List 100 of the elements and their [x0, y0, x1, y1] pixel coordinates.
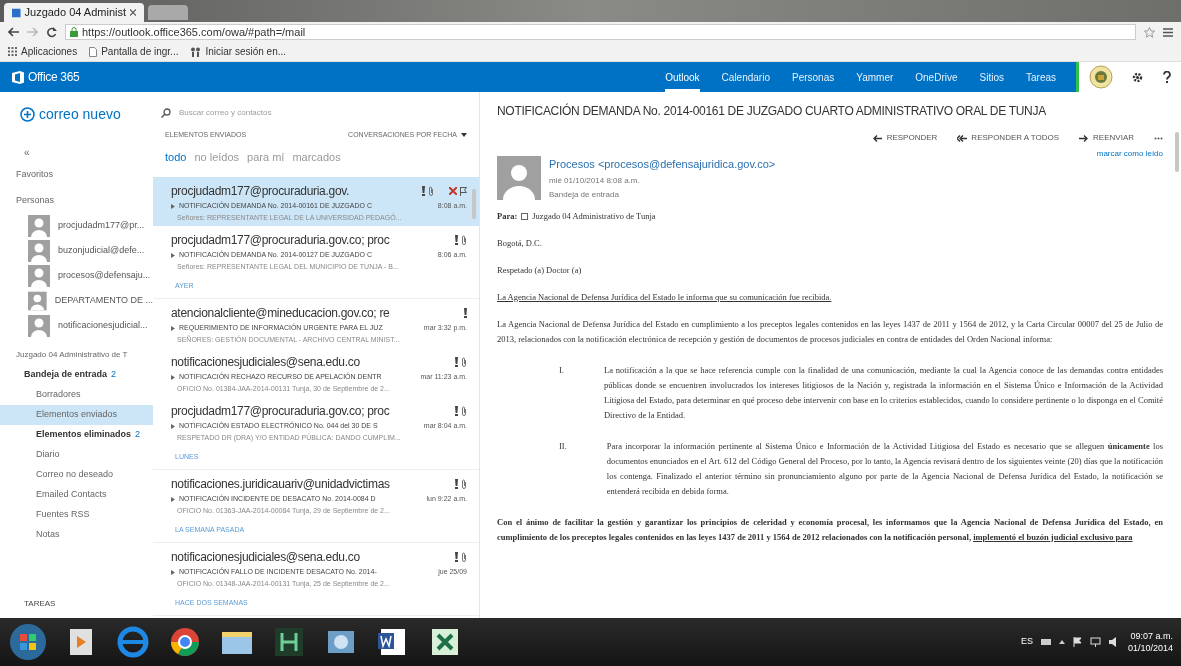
- nav-link[interactable]: Calendario: [721, 62, 770, 92]
- expand-arrow-icon: [171, 423, 175, 429]
- mailbox-header[interactable]: Juzgado 04 Administrativo de T: [0, 349, 153, 361]
- nav-link[interactable]: OneDrive: [915, 62, 958, 92]
- sender-name: notificacionesjudiciales@sena.edu.co: [171, 549, 360, 566]
- menu-icon[interactable]: [1163, 27, 1173, 37]
- back-icon[interactable]: [8, 27, 19, 37]
- action-button[interactable]: RESPONDER A TODOS: [957, 132, 1060, 144]
- sender-name: procjudadm177@procuraduria.gov.co; proc: [171, 232, 390, 249]
- contact-link[interactable]: buzonjudicial@defe...: [58, 244, 145, 258]
- people-header[interactable]: Personas: [0, 193, 153, 207]
- sender-name: procjudadm177@procuraduria.gov.co; proc: [171, 403, 390, 420]
- keyboard-icon[interactable]: [1040, 639, 1051, 645]
- sender-link[interactable]: Procesos <procesos@defensajuridica.gov.co>: [549, 156, 776, 173]
- paperclip-icon: [428, 186, 434, 196]
- recipient-name: Juzgado 04 Administrativo de Tunja: [532, 209, 656, 223]
- address-field[interactable]: https://outlook.office365.com/owa/#path=/mail: [65, 24, 1136, 40]
- paperclip-icon: [461, 479, 467, 489]
- caret-icon: [461, 133, 467, 138]
- checkbox-icon: [521, 212, 529, 220]
- nav-link[interactable]: Personas: [792, 62, 835, 92]
- emblem-icon[interactable]: [1088, 65, 1113, 89]
- nav-link[interactable]: Sitios: [979, 62, 1004, 92]
- scrollbar-thumb[interactable]: [472, 189, 476, 219]
- nav-link[interactable]: Yammer: [856, 62, 894, 92]
- message-folder: Bandeja de entrada: [549, 188, 620, 201]
- expand-arrow-icon: [171, 203, 175, 209]
- folder-item[interactable]: Diario: [0, 445, 153, 465]
- plus-circle-icon: [20, 107, 35, 122]
- contact-link[interactable]: procesos@defensaju...: [58, 269, 151, 283]
- contact-link[interactable]: DEPARTAMENTO DE ...: [54, 294, 153, 308]
- action-button[interactable]: REENVIAR: [1079, 132, 1134, 144]
- language-indicator[interactable]: ES: [1020, 635, 1033, 649]
- folder-item[interactable]: Bandeja de entrada 2: [0, 365, 153, 385]
- recipient-label: Para:: [497, 209, 518, 223]
- contact-link[interactable]: notificacionesjudicial...: [58, 319, 148, 333]
- avatar-icon: [28, 240, 50, 262]
- avatar-icon: [28, 315, 50, 337]
- settings-icon[interactable]: [1132, 71, 1144, 83]
- body-text: Respetado (a) Doctor (a): [497, 263, 583, 277]
- message-date: mié 01/10/2014 8:08 a.m.: [549, 174, 641, 187]
- folder-item[interactable]: Borradores: [0, 385, 153, 405]
- help-icon[interactable]: [1163, 71, 1172, 83]
- folder-item[interactable]: Elementos eliminados 2: [0, 425, 153, 445]
- paperclip-icon: [461, 552, 467, 562]
- office-logo-icon: [12, 70, 24, 84]
- expand-arrow-icon: [171, 569, 175, 575]
- new-mail-button[interactable]: correo nuevo: [0, 104, 153, 125]
- scrollbar-thumb[interactable]: [1175, 132, 1179, 172]
- brand-name: Office 365: [28, 69, 80, 86]
- page-icon: [89, 46, 98, 57]
- mark-read-link[interactable]: marcar como leído: [1096, 148, 1163, 160]
- avatar-icon: [28, 290, 47, 312]
- people-icon: [190, 46, 202, 57]
- tasks-header[interactable]: TAREAS: [0, 598, 153, 610]
- start-button-icon[interactable]: [8, 622, 48, 662]
- exclamation-icon: [455, 235, 458, 245]
- folder-item[interactable]: Elementos enviados: [0, 405, 153, 425]
- body-link[interactable]: implementó el buzón judicial exclusivo para: [973, 531, 1133, 542]
- flag-icon[interactable]: [460, 186, 467, 196]
- favorites-header[interactable]: Favoritos: [0, 168, 153, 182]
- collapse-button[interactable]: «: [0, 145, 153, 160]
- search-icon: [161, 108, 171, 118]
- unread-count: 2: [135, 428, 141, 442]
- folder-item[interactable]: Emailed Contacts: [0, 485, 153, 505]
- avatar-icon: [28, 265, 50, 287]
- contact-link[interactable]: procjudadm177@pr...: [58, 219, 145, 233]
- bookmark-link[interactable]: Aplicaciones: [8, 44, 78, 59]
- expand-arrow-icon: [171, 374, 175, 380]
- bookmark-link[interactable]: Iniciar sesión en...: [190, 44, 287, 59]
- star-icon[interactable]: [1144, 26, 1155, 38]
- body-text: La Agencia Nacional de Defensa Jurídica del Estado le informa que su comunicación fue recibida.: [497, 290, 833, 304]
- body-paragraph: Con el ánimo de facilitar la gestión y garantizar los principios de celeridad y economía procesal, les informamos que la Agencia Nacional de Defensa Jurídica del Estado, en cumplimiento de los preceptos legales contenidos en las leyes 1437 de 2011 y 1564 de 2012 relacionados con la notificación personal, implementó el buzón judicial exclusivo para: [497, 515, 1163, 544]
- lock-icon: [70, 27, 78, 37]
- nav-link[interactable]: Outlook: [665, 62, 700, 92]
- bookmark-link[interactable]: Pantalla de ingr...: [89, 44, 179, 59]
- reply-all-icon: [957, 134, 968, 142]
- delete-icon[interactable]: [449, 187, 457, 195]
- body-paragraph: Para incorporar la información pertinente al Sistema Único e Información de la Actividad Litigiosa del Estado es necesario que se alleguen únicamente los documentos enunciados en el Art. 612 del Código General del Proceso, por lo tanto, la Agencia revisará dentro de los siguientes veinte (20) días que la notificación los contenga. Finalizado el anterior término sin pronunciamiento alguno por parte de la Agencia Nacional de Defensa Jurídica del Estado, la notificación se entenderá recibida en debida forma.: [606, 439, 1163, 498]
- body-paragraph: La notificación a la que se hace referencia cumple con la finalidad de una comunicación, mediante la cual la Agencia conoce de las demandas contra entidades públicas donde se encuentren involucrados los intereses litigiosos de la Nación y, registrada la información en el Sistema Único e Información de la Actividad Litigiosa del Estado, para determinar en qué proceso debe intervenir con base en lo criterios establecidos, cuando lo considere pertinente o lo disponga en el Comité Directivo de la Entidad.: [603, 363, 1163, 422]
- folder-item[interactable]: Correo no deseado: [0, 465, 153, 485]
- filter-tab[interactable]: todo: [165, 148, 187, 165]
- caret-up-icon[interactable]: [1058, 640, 1065, 644]
- reload-icon[interactable]: [46, 26, 57, 38]
- exclamation-icon: [455, 479, 458, 489]
- list-number: I.: [559, 363, 564, 377]
- message-subject-title: NOTIFICACIÓN DEMANDA No. 2014-00161 DE JUZGADO CUARTO ADMINISTRATIVO ORAL DE TUNJA: [497, 102, 1047, 120]
- search-field[interactable]: Buscar correo y contactos: [179, 107, 359, 119]
- exclamation-icon: [455, 357, 458, 367]
- more-icon[interactable]: [1154, 136, 1163, 140]
- browser-tab[interactable]: Juzgado 04 Administ: [4, 3, 144, 22]
- folder-item[interactable]: Fuentes RSS: [0, 505, 153, 525]
- clock[interactable]: 09:07 a.m. 01/10/2014: [1127, 630, 1173, 654]
- paperclip-icon: [461, 406, 467, 416]
- body-paragraph: La Agencia Nacional de Defensa Jurídica del Estado en cumplimiento a los preceptos legales contenidos en las leyes 1437 de 2011 y 1564 de 2012, y la Carta Circular 00007 del 25 de Julio de 2013, relacionados con la notificación electrónica de recepción y gestión de documentos de procesos judiciales en contra de entidades del Orden Nacional informa:: [497, 317, 1163, 346]
- reply-icon: [872, 134, 883, 142]
- action-button[interactable]: RESPONDER: [872, 132, 938, 144]
- nav-link[interactable]: Tareas: [1026, 62, 1056, 92]
- expand-arrow-icon: [171, 496, 175, 502]
- folder-item[interactable]: Notas: [0, 525, 153, 545]
